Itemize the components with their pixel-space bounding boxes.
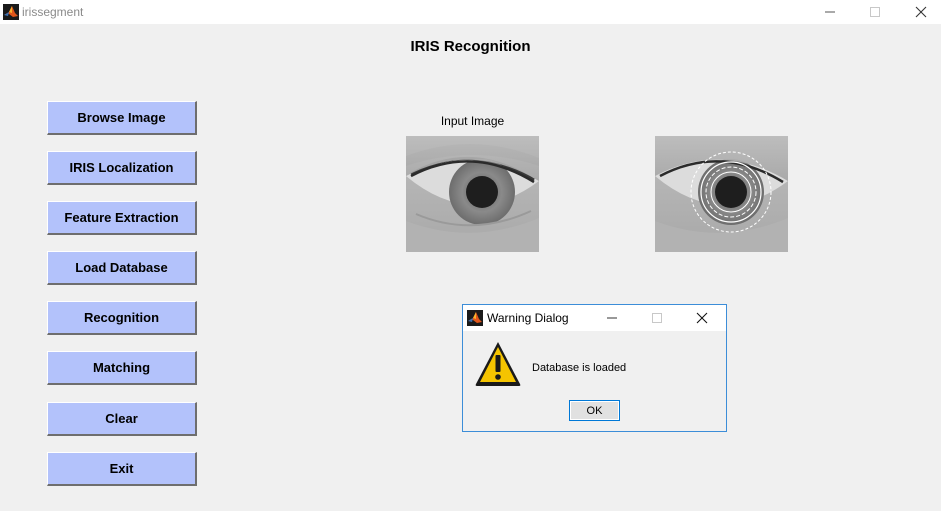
dialog-close-button[interactable]	[682, 305, 722, 331]
matlab-icon	[3, 4, 19, 20]
dialog-titlebar: Warning Dialog	[463, 305, 726, 331]
page-title: IRIS Recognition	[410, 38, 531, 55]
recognition-button[interactable]: Recognition	[47, 301, 197, 335]
window-title: irissegment	[22, 5, 84, 19]
input-eye-image	[406, 136, 539, 252]
iris-localization-button[interactable]: IRIS Localization	[47, 151, 197, 185]
feature-extraction-button[interactable]: Feature Extraction	[47, 201, 197, 235]
minimize-icon	[607, 317, 617, 319]
load-database-button[interactable]: Load Database	[47, 251, 197, 285]
maximize-button[interactable]	[852, 0, 898, 24]
minimize-button[interactable]	[807, 0, 853, 24]
browse-image-button[interactable]: Browse Image	[47, 101, 197, 135]
segmented-eye-image	[655, 136, 788, 252]
close-button[interactable]	[898, 0, 941, 24]
minimize-icon	[825, 11, 835, 13]
ok-button[interactable]: OK	[569, 400, 620, 421]
dialog-message: Database is loaded	[532, 362, 627, 374]
warning-icon	[475, 342, 521, 386]
dialog-maximize-button[interactable]	[637, 305, 677, 331]
exit-button[interactable]: Exit	[47, 452, 197, 486]
matlab-icon	[467, 310, 483, 326]
input-image-label: Input Image	[440, 114, 505, 128]
dialog-title: Warning Dialog	[487, 311, 569, 325]
dialog-minimize-button[interactable]	[592, 305, 632, 331]
warning-dialog: Warning Dialog Database is loaded OK	[462, 304, 727, 432]
window-titlebar: irissegment	[0, 0, 941, 24]
matching-button[interactable]: Matching	[47, 351, 197, 385]
maximize-icon	[652, 313, 662, 323]
clear-button[interactable]: Clear	[47, 402, 197, 436]
maximize-icon	[870, 7, 880, 17]
close-icon	[915, 6, 927, 18]
close-icon	[696, 312, 708, 324]
